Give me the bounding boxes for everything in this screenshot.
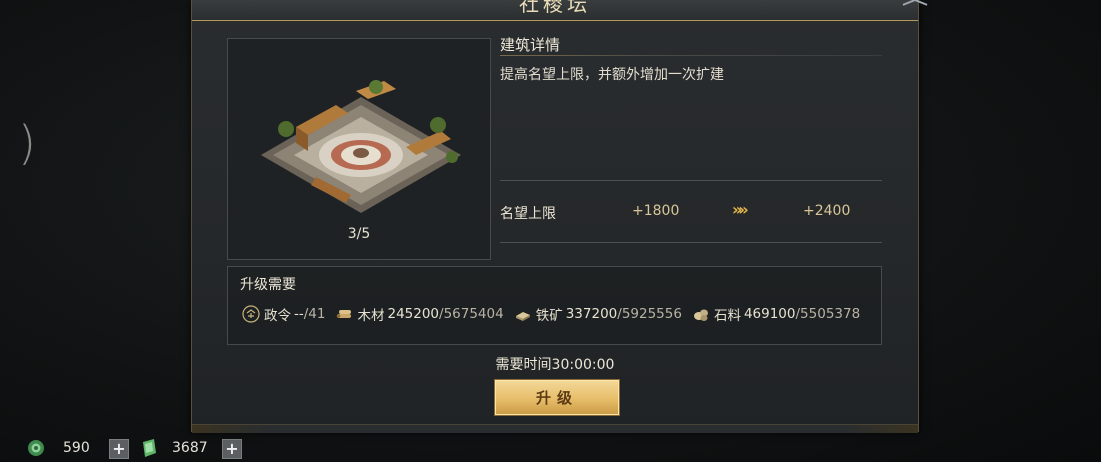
decree-icon bbox=[242, 305, 260, 323]
building-detail-panel: 社稷坛 3/5 建筑详情 提高名望上限，并额外增加一次扩建 名望上限 +1800… bbox=[191, 0, 919, 433]
add-jade-button[interactable]: + bbox=[109, 439, 129, 459]
building-illustration bbox=[261, 80, 461, 213]
stat-divider-bottom bbox=[500, 242, 882, 243]
jade-amount: 590 bbox=[63, 440, 90, 456]
panel-header: 社稷坛 bbox=[192, 0, 918, 21]
upgrade-time: 需要时间30:00:00 bbox=[495, 357, 615, 373]
upgrade-requirements: 升级需要 政令 -- /41 木材 245200 /5675404 铁矿 337… bbox=[227, 266, 882, 345]
panel-bottom-border bbox=[192, 424, 918, 433]
requirement-decree: 政令 -- /41 bbox=[242, 304, 325, 324]
upgrade-arrow-icon: »» bbox=[732, 200, 749, 219]
requirement-iron: 铁矿 337200 /5925556 bbox=[514, 304, 682, 324]
green-token-icon bbox=[143, 439, 156, 457]
requirement-stone: 石料 469100 /5505378 bbox=[692, 304, 860, 324]
building-level: 3/5 bbox=[347, 226, 371, 242]
token-amount: 3687 bbox=[172, 440, 208, 456]
details-divider bbox=[500, 55, 882, 56]
building-image-box: 3/5 bbox=[227, 38, 491, 260]
currency-bar: 590 + 3687 + bbox=[0, 434, 1101, 462]
details-heading: 建筑详情 bbox=[500, 36, 561, 54]
jade-currency: 590 bbox=[27, 434, 90, 462]
token-currency: 3687 bbox=[140, 434, 208, 462]
stat-next-value: +2400 bbox=[803, 203, 851, 219]
panel-title: 社稷坛 bbox=[519, 0, 591, 16]
stone-icon bbox=[693, 309, 708, 321]
jade-icon bbox=[28, 440, 44, 456]
upgrade-button[interactable]: 升级 bbox=[494, 379, 620, 416]
requirement-wood: 木材 245200 /5675404 bbox=[335, 304, 504, 324]
stat-label: 名望上限 bbox=[500, 206, 556, 222]
iron-ore-icon bbox=[515, 312, 530, 321]
side-scroll-indicator: ) bbox=[18, 116, 36, 170]
close-icon[interactable] bbox=[898, 0, 932, 8]
details-description: 提高名望上限，并额外增加一次扩建 bbox=[500, 67, 724, 83]
requirements-list: 政令 -- /41 木材 245200 /5675404 铁矿 337200 /… bbox=[242, 304, 870, 324]
requirements-heading: 升级需要 bbox=[240, 277, 296, 293]
add-token-button[interactable]: + bbox=[222, 439, 242, 459]
stat-current-value: +1800 bbox=[632, 203, 680, 219]
stat-divider-top bbox=[500, 180, 882, 181]
wood-icon bbox=[337, 310, 352, 318]
